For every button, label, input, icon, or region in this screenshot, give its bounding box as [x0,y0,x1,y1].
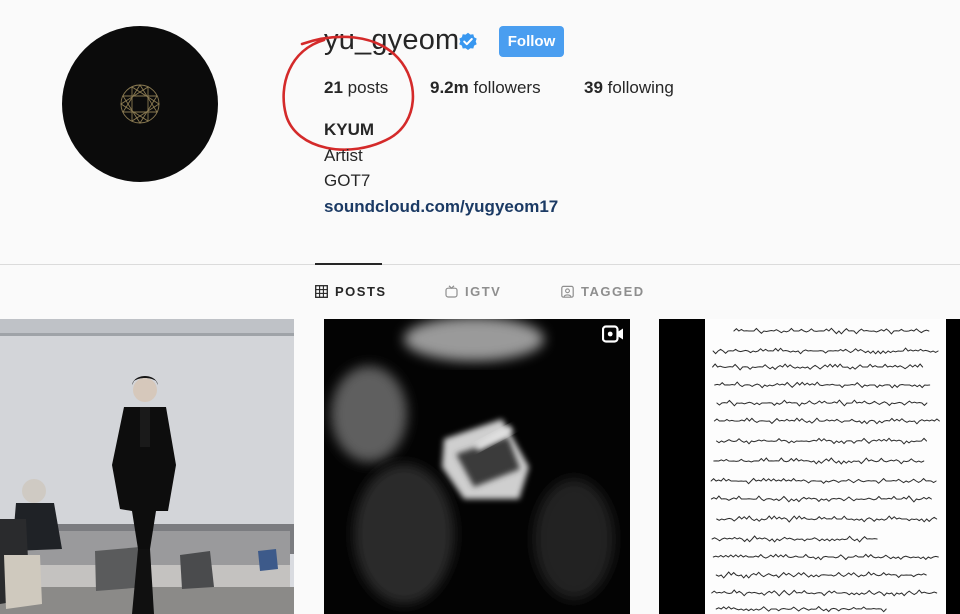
video-still-image [324,319,630,614]
tab-posts-label: POSTS [335,284,387,299]
bio-text: GOT7 [324,171,371,190]
verified-badge-icon [459,32,477,50]
post-thumbnail-photo[interactable] [0,319,294,614]
bio-link[interactable]: soundcloud.com/yugyeom17 [324,197,558,217]
grid-icon [315,285,328,298]
tabs-divider [0,264,960,265]
posts-count: 21 [324,78,343,97]
active-tab-indicator [315,263,382,265]
tab-igtv[interactable]: IGTV [445,284,501,299]
follow-button[interactable]: Follow [499,26,564,57]
photo-image [0,319,294,614]
tab-posts[interactable]: POSTS [315,284,387,299]
post-thumbnail-letter[interactable] [659,319,960,614]
post-thumbnail-video[interactable] [324,319,630,614]
video-camera-icon [602,325,623,343]
tab-tagged-label: TAGGED [581,284,645,299]
bio-full-name: KYUM [324,120,375,139]
following-count: 39 [584,78,603,97]
posts-count-stat: 21 posts [324,78,388,98]
followers-count: 9.2m [430,78,469,97]
avatar-emblem-icon [120,84,160,124]
following-stat[interactable]: 39 following [584,78,674,98]
following-label: following [607,78,674,97]
bio-category: Artist [324,146,363,165]
tagged-icon [561,285,574,298]
tab-tagged[interactable]: TAGGED [561,284,645,299]
followers-stat[interactable]: 9.2m followers [430,78,541,98]
posts-label: posts [347,78,389,97]
tab-igtv-label: IGTV [465,284,502,299]
handwritten-letter-image [659,319,960,614]
profile-username: yu_gyeom [324,24,460,56]
igtv-icon [445,285,458,298]
followers-label: followers [473,78,541,97]
profile-avatar[interactable] [62,26,218,182]
